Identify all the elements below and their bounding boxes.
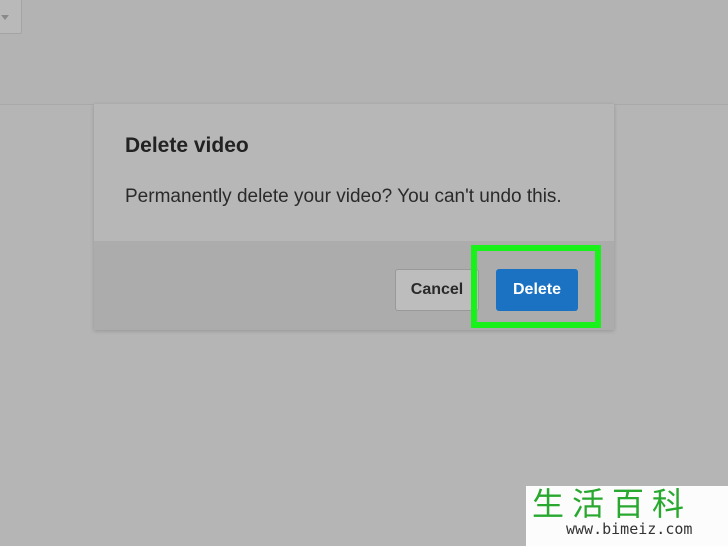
page-header-area bbox=[0, 0, 728, 105]
caret-down-icon bbox=[1, 15, 9, 20]
dialog-title: Delete video bbox=[125, 134, 249, 157]
dialog-message: Permanently delete your video? You can't… bbox=[125, 186, 562, 207]
watermark-logo-text: 生活百科 bbox=[532, 486, 693, 523]
dialog-footer: Cancel Delete bbox=[94, 241, 614, 330]
watermark: 生活百科 www.bimeiz.com bbox=[526, 486, 728, 546]
delete-video-dialog: Delete video Permanently delete your vid… bbox=[94, 104, 614, 330]
cancel-button[interactable]: Cancel bbox=[395, 269, 479, 311]
delete-button[interactable]: Delete bbox=[496, 269, 578, 311]
filter-dropdown[interactable] bbox=[0, 0, 22, 34]
watermark-url: www.bimeiz.com bbox=[566, 520, 693, 538]
